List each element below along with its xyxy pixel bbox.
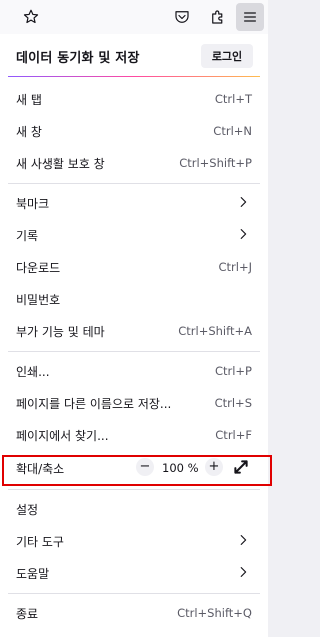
star-icon[interactable] — [19, 5, 43, 29]
zoom-highlight-box — [2, 455, 272, 486]
menu-item-label: 새 사생활 보호 창 — [16, 157, 105, 171]
menu-item-label: 새 탭 — [16, 93, 42, 107]
menu-item-quit[interactable]: 종료 Ctrl+Shift+Q — [0, 596, 268, 628]
menu-item-label: 비밀번호 — [16, 293, 61, 307]
sync-divider — [8, 76, 260, 77]
menu-item-label: 부가 기능 및 테마 — [16, 325, 105, 339]
menu-item-save-as[interactable]: 페이지를 다른 이름으로 저장... Ctrl+S — [0, 386, 268, 418]
puzzle-icon[interactable] — [206, 5, 230, 29]
menu-separator — [8, 351, 260, 352]
menu-item-find[interactable]: 페이지에서 찾기... Ctrl+F — [0, 418, 268, 450]
menu-item-shortcut: Ctrl+Shift+A — [178, 324, 252, 338]
chevron-right-icon — [240, 535, 247, 545]
menu-item-label: 설정 — [16, 503, 39, 517]
menu-item-more-tools[interactable]: 기타 도구 — [0, 524, 268, 556]
menu-item-label: 도움말 — [16, 567, 50, 581]
menu-separator — [8, 183, 260, 184]
menu-item-private-window[interactable]: 새 사생활 보호 창 Ctrl+Shift+P — [0, 146, 268, 178]
menu-item-label: 북마크 — [16, 197, 50, 211]
menu-item-shortcut: Ctrl+F — [215, 428, 252, 442]
menu-item-shortcut: Ctrl+S — [214, 396, 252, 410]
menu-item-label: 종료 — [16, 607, 39, 621]
menu-separator — [8, 489, 260, 490]
pocket-icon[interactable] — [170, 5, 194, 29]
hamburger-menu-icon[interactable] — [236, 3, 264, 31]
sync-title: 데이터 동기화 및 저장 — [16, 51, 140, 66]
menu-separator — [8, 593, 260, 594]
menu-item-shortcut: Ctrl+P — [214, 364, 252, 378]
menu-item-bookmarks[interactable]: 북마크 — [0, 186, 268, 218]
menu-item-new-tab[interactable]: 새 탭 Ctrl+T — [0, 82, 268, 114]
menu-item-shortcut: Ctrl+J — [218, 260, 253, 274]
menu-item-help[interactable]: 도움말 — [0, 556, 268, 588]
chevron-right-icon — [240, 197, 247, 207]
menu-item-label: 새 창 — [16, 125, 42, 139]
menu-item-print[interactable]: 인쇄... Ctrl+P — [0, 354, 268, 386]
chevron-right-icon — [240, 567, 247, 577]
menu-item-label: 페이지를 다른 이름으로 저장... — [16, 397, 172, 411]
menu-item-new-window[interactable]: 새 창 Ctrl+N — [0, 114, 268, 146]
menu-item-label: 기타 도구 — [16, 535, 64, 549]
menu-item-label: 인쇄... — [16, 365, 50, 379]
menu-item-shortcut: Ctrl+T — [214, 92, 252, 106]
chevron-right-icon — [240, 229, 247, 239]
menu-item-label: 페이지에서 찾기... — [16, 429, 109, 443]
window-edge — [268, 0, 279, 637]
sync-header: 데이터 동기화 및 저장 로그인 — [0, 34, 268, 76]
menu-item-downloads[interactable]: 다운로드 Ctrl+J — [0, 250, 268, 282]
menu-item-passwords[interactable]: 비밀번호 — [0, 282, 268, 314]
menu-item-shortcut: Ctrl+Shift+P — [179, 156, 252, 170]
menu-item-shortcut: Ctrl+Shift+Q — [177, 606, 252, 620]
toolbar — [0, 0, 279, 34]
menu-item-history[interactable]: 기록 — [0, 218, 268, 250]
menu-item-shortcut: Ctrl+N — [213, 124, 252, 138]
app-menu-panel: 데이터 동기화 및 저장 로그인 새 탭 Ctrl+T 새 창 Ctrl+N 새… — [0, 34, 269, 637]
browser-window: 데이터 동기화 및 저장 로그인 새 탭 Ctrl+T 새 창 Ctrl+N 새… — [0, 0, 279, 637]
menu-item-label: 다운로드 — [16, 261, 61, 275]
login-button[interactable]: 로그인 — [201, 44, 253, 68]
menu-item-settings[interactable]: 설정 — [0, 492, 268, 524]
menu-item-addons[interactable]: 부가 기능 및 테마 Ctrl+Shift+A — [0, 314, 268, 346]
menu-item-label: 기록 — [16, 229, 39, 243]
